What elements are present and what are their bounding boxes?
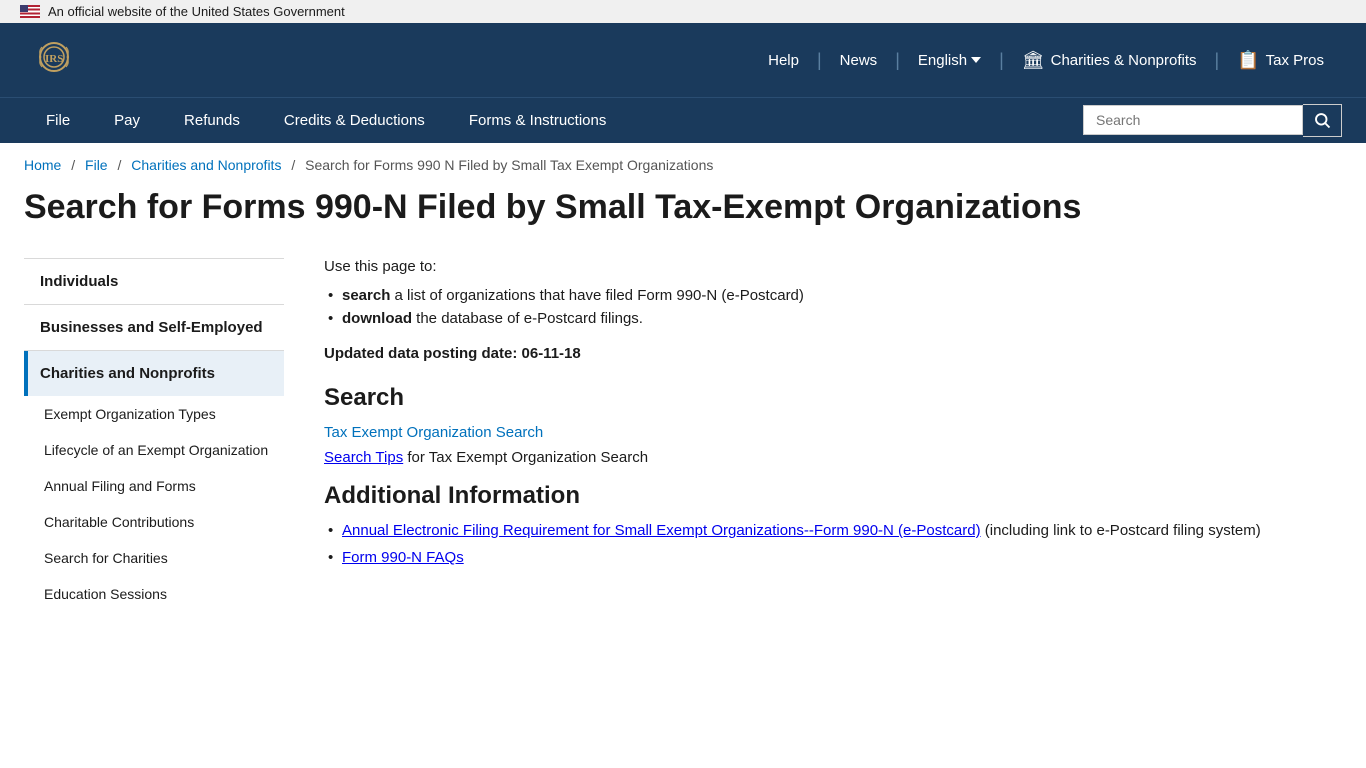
nav-links-list: File Pay Refunds Credits & Deductions Fo…	[24, 98, 628, 143]
nav-link-forms[interactable]: Forms & Instructions	[447, 98, 629, 143]
charities-link[interactable]: 🏛 Charities & Nonprofits	[1004, 50, 1215, 71]
header-nav: Help | News | English | 🏛 Charities & No…	[750, 50, 1342, 71]
breadcrumb-charities[interactable]: Charities and Nonprofits	[131, 157, 281, 173]
main-area: Use this page to: search a list of organ…	[324, 258, 1342, 612]
sidebar-item-annual-filing[interactable]: Annual Filing and Forms	[24, 468, 284, 504]
search-icon	[1313, 111, 1331, 129]
taxpros-label: Tax Pros	[1266, 52, 1324, 69]
sidebar-item-individuals[interactable]: Individuals	[24, 259, 284, 304]
search-input[interactable]	[1083, 105, 1303, 135]
bullet-search-bold: search	[342, 287, 390, 304]
content-layout: Individuals Businesses and Self-Employed…	[24, 258, 1342, 612]
breadcrumb-home[interactable]: Home	[24, 157, 61, 173]
additional-item-2: Form 990-N FAQs	[324, 549, 1342, 566]
sidebar-item-lifecycle[interactable]: Lifecycle of an Exempt Organization	[24, 432, 284, 468]
nav-item-credits[interactable]: Credits & Deductions	[262, 98, 447, 143]
sidebar-section-charities: Charities and Nonprofits Exempt Organiza…	[24, 350, 284, 612]
sidebar-item-education[interactable]: Education Sessions	[24, 576, 284, 612]
intro-bullets: search a list of organizations that have…	[324, 287, 1342, 327]
updated-text: Updated data posting date: 06-11-18	[324, 345, 1342, 362]
irs-logo-svg[interactable]: IRS	[24, 35, 96, 85]
charities-icon: 🏛	[1022, 50, 1045, 71]
sidebar: Individuals Businesses and Self-Employed…	[24, 258, 284, 612]
news-link[interactable]: News	[822, 52, 896, 69]
annual-filing-suffix: (including link to e-Postcard filing sys…	[985, 522, 1261, 539]
language-label: English	[918, 52, 967, 69]
search-tips-text: Search Tips for Tax Exempt Organization …	[324, 449, 1342, 466]
nav-link-pay[interactable]: Pay	[92, 98, 162, 143]
main-nav: File Pay Refunds Credits & Deductions Fo…	[0, 97, 1366, 143]
search-tips-suffix: for Tax Exempt Organization Search	[407, 449, 648, 466]
bullet-download-bold: download	[342, 310, 412, 327]
search-bar	[1083, 104, 1342, 136]
nav-link-refunds[interactable]: Refunds	[162, 98, 262, 143]
sidebar-item-charitable[interactable]: Charitable Contributions	[24, 504, 284, 540]
intro-text: Use this page to:	[324, 258, 1342, 275]
annual-filing-link[interactable]: Annual Electronic Filing Requirement for…	[342, 522, 981, 539]
bullet-download: download the database of e-Postcard fili…	[324, 310, 1342, 327]
form-990n-faqs-link[interactable]: Form 990-N FAQs	[342, 549, 464, 566]
taxpros-link[interactable]: 📋 Tax Pros	[1219, 50, 1342, 71]
nav-item-forms[interactable]: Forms & Instructions	[447, 98, 629, 143]
breadcrumb-sep-2: /	[117, 157, 121, 173]
nav-item-pay[interactable]: Pay	[92, 98, 162, 143]
bullet-search: search a list of organizations that have…	[324, 287, 1342, 304]
additional-item-1: Annual Electronic Filing Requirement for…	[324, 522, 1342, 539]
additional-info-heading: Additional Information	[324, 482, 1342, 510]
sidebar-item-charities[interactable]: Charities and Nonprofits	[24, 351, 284, 396]
page-content: Search for Forms 990-N Filed by Small Ta…	[0, 187, 1366, 652]
gov-banner: An official website of the United States…	[0, 0, 1366, 23]
sidebar-section: Individuals	[24, 258, 284, 304]
tax-exempt-org-search-link[interactable]: Tax Exempt Organization Search	[324, 424, 1342, 441]
breadcrumb-sep-1: /	[71, 157, 75, 173]
bullet-download-text: the database of e-Postcard filings.	[416, 310, 643, 327]
sidebar-item-search-charities[interactable]: Search for Charities	[24, 540, 284, 576]
language-selector[interactable]: English	[900, 52, 999, 69]
additional-info-list: Annual Electronic Filing Requirement for…	[324, 522, 1342, 566]
nav-item-file[interactable]: File	[24, 98, 92, 143]
chevron-down-icon	[971, 57, 981, 63]
search-heading: Search	[324, 384, 1342, 412]
flag-icon	[20, 5, 40, 18]
charities-label: Charities & Nonprofits	[1051, 52, 1197, 69]
breadcrumb-file[interactable]: File	[85, 157, 108, 173]
nav-item-refunds[interactable]: Refunds	[162, 98, 262, 143]
taxpros-icon: 📋	[1237, 50, 1259, 71]
breadcrumb-sep-3: /	[291, 157, 295, 173]
sidebar-item-businesses[interactable]: Businesses and Self-Employed	[24, 305, 284, 350]
svg-text:IRS: IRS	[45, 53, 63, 65]
nav-link-file[interactable]: File	[24, 98, 92, 143]
breadcrumb: Home / File / Charities and Nonprofits /…	[0, 143, 1366, 187]
bullet-search-text: a list of organizations that have filed …	[395, 287, 804, 304]
sidebar-item-exempt-types[interactable]: Exempt Organization Types	[24, 396, 284, 432]
breadcrumb-current: Search for Forms 990 N Filed by Small Ta…	[305, 157, 713, 173]
search-button[interactable]	[1303, 104, 1342, 136]
sidebar-section-biz: Businesses and Self-Employed	[24, 304, 284, 350]
search-tips-link[interactable]: Search Tips	[324, 449, 403, 466]
page-title: Search for Forms 990-N Filed by Small Ta…	[24, 187, 1342, 228]
help-link[interactable]: Help	[750, 52, 817, 69]
logo-area: IRS	[24, 35, 96, 85]
gov-banner-text: An official website of the United States…	[48, 4, 345, 19]
nav-link-credits[interactable]: Credits & Deductions	[262, 98, 447, 143]
header: IRS Help | News | English | 🏛 Charities …	[0, 23, 1366, 97]
